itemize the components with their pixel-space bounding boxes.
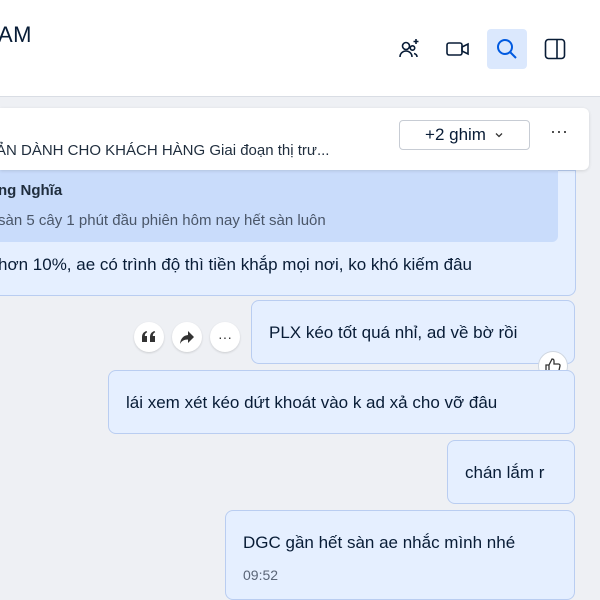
conversation-title[interactable]: AM [0, 22, 32, 48]
quote-text: sàn 5 cây 1 phút đầu phiên hôm nay hết s… [0, 212, 326, 229]
toggle-sidebar-icon [544, 38, 566, 60]
pinned-count-button[interactable]: +2 ghim [399, 120, 530, 150]
toggle-sidebar-button[interactable] [535, 29, 575, 69]
message-timestamp: 09:52 [243, 567, 279, 583]
chevron-down-icon [495, 133, 503, 138]
pinned-more-button[interactable]: ··· [548, 122, 570, 146]
pinned-message-bar[interactable]: ẢN DÀNH CHO KHÁCH HÀNG Giai đoạn thị trư… [0, 108, 589, 170]
more-icon: ··· [218, 329, 232, 345]
message-action-bar: ··· [134, 322, 240, 352]
message-bubble[interactable]: chán lắm r [447, 440, 575, 504]
chat-header: AM [0, 0, 600, 97]
message-text: hơn 10%, ae có trình độ thì tiền khắp mọ… [0, 255, 473, 274]
message-text: DGC gần hết sàn ae nhắc mình nhé [243, 533, 516, 552]
message-bubble[interactable]: lái xem xét kéo dứt khoát vào k ad xả ch… [108, 370, 575, 434]
forward-button[interactable] [172, 322, 202, 352]
add-member-button[interactable] [389, 29, 429, 69]
forward-icon [180, 331, 194, 344]
pinned-count-label: +2 ghim [425, 125, 486, 144]
more-actions-button[interactable]: ··· [210, 322, 240, 352]
video-call-button[interactable] [438, 29, 478, 69]
add-member-icon [399, 39, 419, 58]
quote-button[interactable] [134, 322, 164, 352]
message-text: lái xem xét kéo dứt khoát vào k ad xả ch… [126, 393, 498, 412]
quote-icon [142, 331, 156, 342]
search-icon [497, 39, 517, 59]
search-button[interactable] [487, 29, 527, 69]
quote-author: ng Nghĩa [0, 182, 63, 199]
message-text: PLX kéo tốt quá nhỉ, ad về bờ rồi [269, 323, 518, 342]
message-bubble[interactable]: PLX kéo tốt quá nhỉ, ad về bờ rồi [251, 300, 575, 364]
video-call-icon [446, 42, 469, 56]
quoted-message[interactable]: ng Nghĩa sàn 5 cây 1 phút đầu phiên hôm … [0, 170, 558, 242]
message-bubble[interactable]: DGC gần hết sàn ae nhắc mình nhé 09:52 [225, 510, 575, 600]
message-text: chán lắm r [465, 463, 545, 482]
pinned-message-text: ẢN DÀNH CHO KHÁCH HÀNG Giai đoạn thị trư… [0, 142, 330, 159]
